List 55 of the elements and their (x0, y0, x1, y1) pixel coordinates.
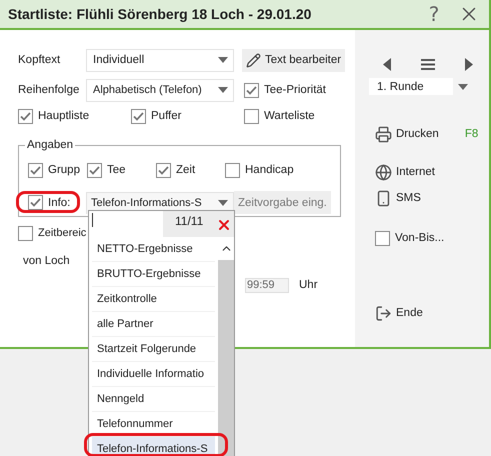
menu-icon[interactable] (421, 58, 435, 70)
checkbox-label: Warteliste (264, 110, 315, 122)
time-field[interactable]: 99:59 (245, 278, 289, 292)
checkbox[interactable] (18, 108, 33, 124)
checkbox-label: Zeitbereic (38, 227, 86, 239)
checkbox-label: Puffer (151, 110, 182, 122)
clear-icon[interactable] (216, 217, 232, 233)
checkbox-label: Grupp (48, 164, 80, 176)
field-label: Reihenfolge (18, 84, 80, 96)
caret-icon (218, 57, 228, 63)
item-counter: 11/11 (163, 211, 234, 237)
pencil-icon (246, 52, 261, 68)
checkbox[interactable] (87, 162, 102, 178)
field-label: von Loch (22, 255, 71, 267)
help-button[interactable]: ? (419, 2, 449, 26)
checkbox[interactable] (244, 82, 259, 98)
scrollbar-thumb[interactable] (218, 260, 234, 456)
window-title: Startliste: Flühli Sörenberg 18 Loch - 29.01.20 (8, 6, 312, 22)
checkbox-label: Handicap (245, 164, 294, 176)
checkbox-label: Tee (107, 164, 126, 176)
field-label: Kopftext (18, 54, 62, 66)
caret-icon (458, 84, 468, 90)
checkbox-label: Hauptliste (38, 110, 90, 122)
action-link[interactable]: SMS (396, 192, 421, 204)
checkbox[interactable] (28, 195, 43, 210)
checkbox[interactable] (225, 162, 240, 178)
checkbox-label: Info: (48, 196, 70, 208)
header-dropdown[interactable]: Individuell (86, 48, 234, 72)
action-link[interactable]: Ende (396, 307, 423, 319)
group-title: Angaben (26, 139, 74, 151)
edit-text-button[interactable]: Text bearbeiter (242, 48, 346, 72)
time-preset-button[interactable]: Zeitvorgabe eing. (234, 191, 331, 214)
checkbox-label: Tee-Priorität (264, 84, 326, 96)
caret-icon (218, 87, 228, 93)
exit-icon (375, 304, 392, 322)
globe-icon (375, 164, 392, 180)
checkbox[interactable] (28, 162, 43, 178)
order-dropdown[interactable]: Alphabetisch (Telefon) (86, 78, 234, 102)
next-icon[interactable] (465, 58, 473, 70)
checkbox[interactable] (18, 226, 33, 240)
shortcut-label: F8 (464, 128, 478, 140)
checkbox[interactable] (156, 162, 171, 178)
action-link[interactable]: Drucken (396, 128, 439, 140)
checkbox[interactable] (375, 230, 390, 246)
previous-icon[interactable] (383, 58, 391, 70)
action-link[interactable]: Internet (396, 166, 435, 178)
checkbox-label: Zeit (176, 164, 196, 176)
round-dropdown[interactable]: 1. Runde (369, 78, 453, 95)
printer-icon (375, 126, 392, 142)
checkbox[interactable] (244, 108, 259, 124)
checkbox-label: Von-Bis... (395, 232, 444, 244)
unit-label: Uhr (299, 279, 319, 291)
phone-icon (375, 190, 392, 206)
caret-icon (218, 200, 228, 206)
checkbox[interactable] (131, 108, 146, 124)
